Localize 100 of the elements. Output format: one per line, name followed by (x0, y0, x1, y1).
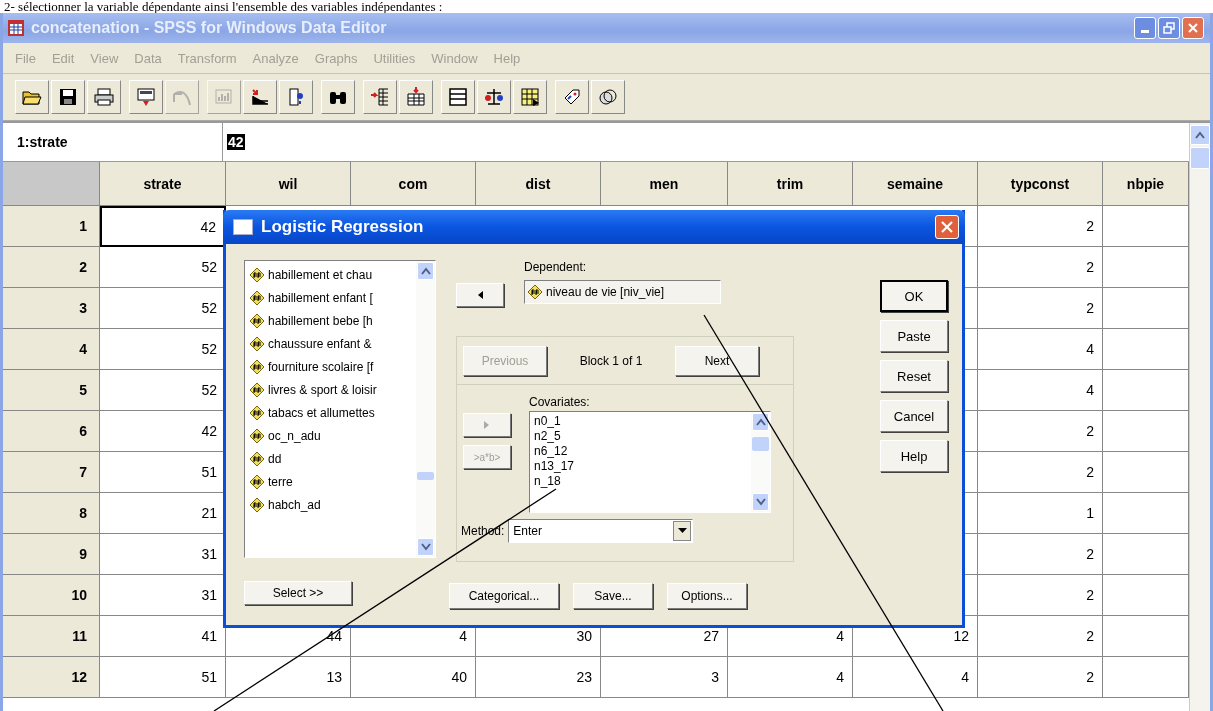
row-number[interactable]: 5 (3, 370, 100, 411)
scroll-up-button[interactable] (417, 262, 434, 280)
toolbar-button[interactable] (321, 80, 355, 114)
toolbar-button[interactable] (279, 80, 313, 114)
variable-name[interactable]: chaussure enfant & (268, 336, 372, 351)
variable-name[interactable]: habillement enfant [ (268, 290, 373, 305)
variable-name[interactable]: dd (268, 451, 282, 466)
dialog-button[interactable]: Paste (880, 320, 948, 352)
toolbar-button[interactable] (591, 80, 625, 114)
covariate-name[interactable]: n_18 (534, 474, 747, 489)
variable-name[interactable]: terre (268, 474, 293, 489)
row-number[interactable]: 12 (3, 657, 100, 698)
row-number[interactable]: 1 (3, 206, 100, 247)
dialog-button[interactable]: Options... (667, 583, 747, 609)
table-cell: 2 (978, 411, 1103, 452)
covariate-name[interactable]: n6_12 (534, 444, 747, 459)
column-header[interactable]: trim (728, 162, 853, 206)
row-number[interactable]: 11 (3, 616, 100, 657)
table-cell: 2 (978, 534, 1103, 575)
cell-editor-field[interactable]: 42 (223, 123, 1189, 161)
numeric-variable-icon (249, 473, 265, 490)
covariate-name[interactable]: n13_17 (534, 459, 747, 474)
scales-icon (483, 86, 505, 108)
dialog-button[interactable]: Categorical... (449, 583, 559, 609)
column-header[interactable]: typconst (978, 162, 1103, 206)
scroll-down-button[interactable] (752, 493, 769, 511)
block-label: Block 1 of 1 (578, 353, 644, 368)
row-number[interactable]: 7 (3, 452, 100, 493)
table-cell: 4 (853, 657, 978, 698)
variable-name[interactable]: tabacs et allumettes (268, 405, 375, 420)
toolbar-button[interactable] (399, 80, 433, 114)
scroll-up-button[interactable] (1190, 125, 1210, 145)
row-number[interactable]: 9 (3, 534, 100, 575)
table-cell: 4 (978, 329, 1103, 370)
dropdown-button[interactable] (673, 521, 692, 541)
row-number[interactable]: 10 (3, 575, 100, 616)
column-header[interactable]: com (351, 162, 476, 206)
table-cell: 2 (978, 657, 1103, 698)
column-header[interactable]: men (601, 162, 728, 206)
numeric-variable-icon (249, 335, 265, 352)
dialog-button[interactable]: Save... (573, 583, 653, 609)
variable-name[interactable]: habch_ad (268, 497, 321, 512)
row-number[interactable]: 2 (3, 247, 100, 288)
variable-name[interactable]: oc_n_adu (268, 428, 321, 443)
scroll-thumb[interactable] (417, 472, 434, 480)
toolbar-button[interactable] (87, 80, 121, 114)
numeric-variable-icon (249, 427, 265, 444)
row-number[interactable]: 6 (3, 411, 100, 452)
row-number[interactable]: 4 (3, 329, 100, 370)
variable-name[interactable]: habillement bebe [h (268, 313, 373, 328)
toolbar-button[interactable] (477, 80, 511, 114)
scroll-thumb[interactable] (752, 437, 769, 451)
row-number[interactable]: 8 (3, 493, 100, 534)
column-header[interactable]: dist (476, 162, 601, 206)
insert-column-icon (405, 86, 427, 108)
table-cell: 2 (978, 575, 1103, 616)
numeric-variable-icon (249, 289, 265, 306)
table-cell: 40 (351, 657, 476, 698)
toolbar-button[interactable] (51, 80, 85, 114)
variable-list[interactable]: habillement et chau habillement enfant [ habillement bebe [h chaussure enfant & fourniture scolaire [f livres & sport & loisir tabacs et allumettes oc_n_adu dd terre habch_ad (244, 260, 436, 558)
scroll-down-button[interactable] (417, 538, 434, 556)
toolbar-button[interactable] (15, 80, 49, 114)
column-header[interactable]: strate (100, 162, 226, 206)
restore-button[interactable] (1158, 17, 1180, 39)
column-header[interactable]: semaine (853, 162, 978, 206)
table-cell: 13 (226, 657, 351, 698)
dialog-button[interactable]: Cancel (880, 400, 948, 432)
corner-cell[interactable] (3, 162, 100, 206)
toolbar-button[interactable] (441, 80, 475, 114)
close-button[interactable] (935, 215, 959, 239)
row-number[interactable]: 3 (3, 288, 100, 329)
restore-icon (1163, 22, 1175, 34)
dialog-button[interactable]: Reset (880, 360, 948, 392)
covariate-name[interactable]: n2_5 (534, 429, 747, 444)
covariate-name[interactable]: n0_1 (534, 414, 747, 429)
dialog-button[interactable]: OK (880, 280, 948, 312)
toolbar-button[interactable] (555, 80, 589, 114)
insert-row-icon (369, 86, 391, 108)
move-left-button[interactable] (456, 283, 504, 307)
toolbar-button[interactable] (129, 80, 163, 114)
minimize-button[interactable] (1134, 17, 1156, 39)
column-header[interactable]: wil (226, 162, 351, 206)
toolbar-button[interactable] (513, 80, 547, 114)
variable-name[interactable]: habillement et chau (268, 267, 373, 282)
select-button[interactable]: Select >> (244, 581, 352, 605)
table-cell: 1 (978, 493, 1103, 534)
method-dropdown[interactable]: Enter (508, 519, 694, 543)
scroll-up-button[interactable] (752, 413, 769, 431)
column-header[interactable]: nbpie (1103, 162, 1189, 206)
toolbar-button[interactable] (363, 80, 397, 114)
scroll-thumb[interactable] (1190, 147, 1210, 169)
covariates-list[interactable]: n0_1 n2_5 n6_12 n13_17 n_18 (529, 411, 771, 513)
variable-name[interactable]: livres & sport & loisir (268, 382, 377, 397)
close-button[interactable] (1182, 17, 1204, 39)
toolbar-button[interactable] (243, 80, 277, 114)
variable-name[interactable]: fourniture scolaire [f (268, 359, 374, 374)
next-button[interactable]: Next (675, 345, 759, 376)
dependent-field[interactable]: niveau de vie [niv_vie] (524, 280, 721, 304)
dialog-button[interactable]: Help (880, 440, 948, 472)
monitor-icon (135, 86, 157, 108)
